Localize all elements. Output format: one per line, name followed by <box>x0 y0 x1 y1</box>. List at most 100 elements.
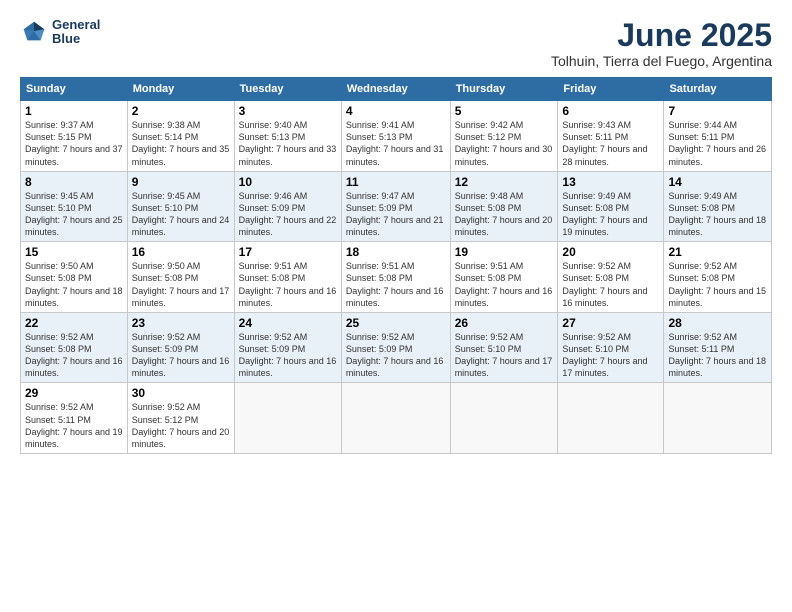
table-cell: 14 Sunrise: 9:49 AMSunset: 5:08 PMDaylig… <box>664 171 772 242</box>
table-cell: 22 Sunrise: 9:52 AMSunset: 5:08 PMDaylig… <box>21 312 128 383</box>
day-info: Sunrise: 9:52 AMSunset: 5:08 PMDaylight:… <box>668 261 766 307</box>
table-cell: 23 Sunrise: 9:52 AMSunset: 5:09 PMDaylig… <box>127 312 234 383</box>
day-number: 8 <box>25 175 123 189</box>
header: General Blue June 2025 Tolhuin, Tierra d… <box>20 18 772 69</box>
col-saturday: Saturday <box>664 78 772 101</box>
day-info: Sunrise: 9:50 AMSunset: 5:08 PMDaylight:… <box>25 261 123 307</box>
table-cell: 9 Sunrise: 9:45 AMSunset: 5:10 PMDayligh… <box>127 171 234 242</box>
day-number: 2 <box>132 104 230 118</box>
col-monday: Monday <box>127 78 234 101</box>
logo: General Blue <box>20 18 100 47</box>
day-info: Sunrise: 9:52 AMSunset: 5:11 PMDaylight:… <box>25 402 123 448</box>
table-cell: 13 Sunrise: 9:49 AMSunset: 5:08 PMDaylig… <box>558 171 664 242</box>
day-number: 9 <box>132 175 230 189</box>
day-number: 4 <box>346 104 446 118</box>
day-info: Sunrise: 9:49 AMSunset: 5:08 PMDaylight:… <box>562 191 647 237</box>
table-cell: 1 Sunrise: 9:37 AMSunset: 5:15 PMDayligh… <box>21 101 128 172</box>
day-info: Sunrise: 9:51 AMSunset: 5:08 PMDaylight:… <box>455 261 553 307</box>
day-number: 12 <box>455 175 554 189</box>
day-number: 18 <box>346 245 446 259</box>
table-cell: 30 Sunrise: 9:52 AMSunset: 5:12 PMDaylig… <box>127 383 234 454</box>
table-cell <box>450 383 558 454</box>
day-number: 25 <box>346 316 446 330</box>
day-number: 29 <box>25 386 123 400</box>
day-info: Sunrise: 9:51 AMSunset: 5:08 PMDaylight:… <box>346 261 444 307</box>
day-info: Sunrise: 9:45 AMSunset: 5:10 PMDaylight:… <box>25 191 123 237</box>
day-info: Sunrise: 9:43 AMSunset: 5:11 PMDaylight:… <box>562 120 647 166</box>
day-number: 13 <box>562 175 659 189</box>
header-row: Sunday Monday Tuesday Wednesday Thursday… <box>21 78 772 101</box>
day-info: Sunrise: 9:45 AMSunset: 5:10 PMDaylight:… <box>132 191 230 237</box>
day-number: 17 <box>239 245 337 259</box>
day-info: Sunrise: 9:52 AMSunset: 5:09 PMDaylight:… <box>132 332 230 378</box>
table-cell: 16 Sunrise: 9:50 AMSunset: 5:08 PMDaylig… <box>127 242 234 313</box>
table-cell: 12 Sunrise: 9:48 AMSunset: 5:08 PMDaylig… <box>450 171 558 242</box>
day-info: Sunrise: 9:41 AMSunset: 5:13 PMDaylight:… <box>346 120 444 166</box>
location-title: Tolhuin, Tierra del Fuego, Argentina <box>551 53 772 69</box>
month-title: June 2025 <box>551 18 772 53</box>
day-info: Sunrise: 9:50 AMSunset: 5:08 PMDaylight:… <box>132 261 230 307</box>
table-cell: 24 Sunrise: 9:52 AMSunset: 5:09 PMDaylig… <box>234 312 341 383</box>
day-info: Sunrise: 9:52 AMSunset: 5:09 PMDaylight:… <box>239 332 337 378</box>
table-row: 29 Sunrise: 9:52 AMSunset: 5:11 PMDaylig… <box>21 383 772 454</box>
table-cell: 26 Sunrise: 9:52 AMSunset: 5:10 PMDaylig… <box>450 312 558 383</box>
table-cell: 11 Sunrise: 9:47 AMSunset: 5:09 PMDaylig… <box>341 171 450 242</box>
day-number: 20 <box>562 245 659 259</box>
day-info: Sunrise: 9:52 AMSunset: 5:08 PMDaylight:… <box>562 261 647 307</box>
day-number: 30 <box>132 386 230 400</box>
day-info: Sunrise: 9:47 AMSunset: 5:09 PMDaylight:… <box>346 191 444 237</box>
table-cell <box>558 383 664 454</box>
table-cell <box>341 383 450 454</box>
day-info: Sunrise: 9:46 AMSunset: 5:09 PMDaylight:… <box>239 191 337 237</box>
col-wednesday: Wednesday <box>341 78 450 101</box>
day-info: Sunrise: 9:44 AMSunset: 5:11 PMDaylight:… <box>668 120 766 166</box>
day-info: Sunrise: 9:48 AMSunset: 5:08 PMDaylight:… <box>455 191 553 237</box>
table-cell: 4 Sunrise: 9:41 AMSunset: 5:13 PMDayligh… <box>341 101 450 172</box>
logo-text: General Blue <box>52 18 100 47</box>
table-cell: 28 Sunrise: 9:52 AMSunset: 5:11 PMDaylig… <box>664 312 772 383</box>
day-number: 28 <box>668 316 767 330</box>
day-number: 7 <box>668 104 767 118</box>
table-cell: 15 Sunrise: 9:50 AMSunset: 5:08 PMDaylig… <box>21 242 128 313</box>
day-number: 22 <box>25 316 123 330</box>
table-cell: 3 Sunrise: 9:40 AMSunset: 5:13 PMDayligh… <box>234 101 341 172</box>
day-info: Sunrise: 9:52 AMSunset: 5:10 PMDaylight:… <box>455 332 553 378</box>
table-cell: 8 Sunrise: 9:45 AMSunset: 5:10 PMDayligh… <box>21 171 128 242</box>
table-row: 8 Sunrise: 9:45 AMSunset: 5:10 PMDayligh… <box>21 171 772 242</box>
day-number: 5 <box>455 104 554 118</box>
table-cell: 6 Sunrise: 9:43 AMSunset: 5:11 PMDayligh… <box>558 101 664 172</box>
day-info: Sunrise: 9:51 AMSunset: 5:08 PMDaylight:… <box>239 261 337 307</box>
table-cell: 20 Sunrise: 9:52 AMSunset: 5:08 PMDaylig… <box>558 242 664 313</box>
day-number: 24 <box>239 316 337 330</box>
day-number: 19 <box>455 245 554 259</box>
col-thursday: Thursday <box>450 78 558 101</box>
col-friday: Friday <box>558 78 664 101</box>
day-number: 3 <box>239 104 337 118</box>
title-area: June 2025 Tolhuin, Tierra del Fuego, Arg… <box>551 18 772 69</box>
day-info: Sunrise: 9:37 AMSunset: 5:15 PMDaylight:… <box>25 120 123 166</box>
day-info: Sunrise: 9:49 AMSunset: 5:08 PMDaylight:… <box>668 191 766 237</box>
day-number: 21 <box>668 245 767 259</box>
table-cell: 19 Sunrise: 9:51 AMSunset: 5:08 PMDaylig… <box>450 242 558 313</box>
day-number: 23 <box>132 316 230 330</box>
day-info: Sunrise: 9:52 AMSunset: 5:12 PMDaylight:… <box>132 402 230 448</box>
table-cell: 25 Sunrise: 9:52 AMSunset: 5:09 PMDaylig… <box>341 312 450 383</box>
col-tuesday: Tuesday <box>234 78 341 101</box>
day-number: 15 <box>25 245 123 259</box>
day-number: 16 <box>132 245 230 259</box>
table-cell <box>234 383 341 454</box>
day-number: 27 <box>562 316 659 330</box>
day-info: Sunrise: 9:40 AMSunset: 5:13 PMDaylight:… <box>239 120 337 166</box>
calendar-table: Sunday Monday Tuesday Wednesday Thursday… <box>20 77 772 454</box>
table-cell <box>664 383 772 454</box>
day-info: Sunrise: 9:52 AMSunset: 5:08 PMDaylight:… <box>25 332 123 378</box>
table-row: 22 Sunrise: 9:52 AMSunset: 5:08 PMDaylig… <box>21 312 772 383</box>
day-info: Sunrise: 9:52 AMSunset: 5:11 PMDaylight:… <box>668 332 766 378</box>
table-cell: 21 Sunrise: 9:52 AMSunset: 5:08 PMDaylig… <box>664 242 772 313</box>
day-number: 14 <box>668 175 767 189</box>
table-row: 15 Sunrise: 9:50 AMSunset: 5:08 PMDaylig… <box>21 242 772 313</box>
table-cell: 5 Sunrise: 9:42 AMSunset: 5:12 PMDayligh… <box>450 101 558 172</box>
table-cell: 27 Sunrise: 9:52 AMSunset: 5:10 PMDaylig… <box>558 312 664 383</box>
table-cell: 7 Sunrise: 9:44 AMSunset: 5:11 PMDayligh… <box>664 101 772 172</box>
day-number: 6 <box>562 104 659 118</box>
